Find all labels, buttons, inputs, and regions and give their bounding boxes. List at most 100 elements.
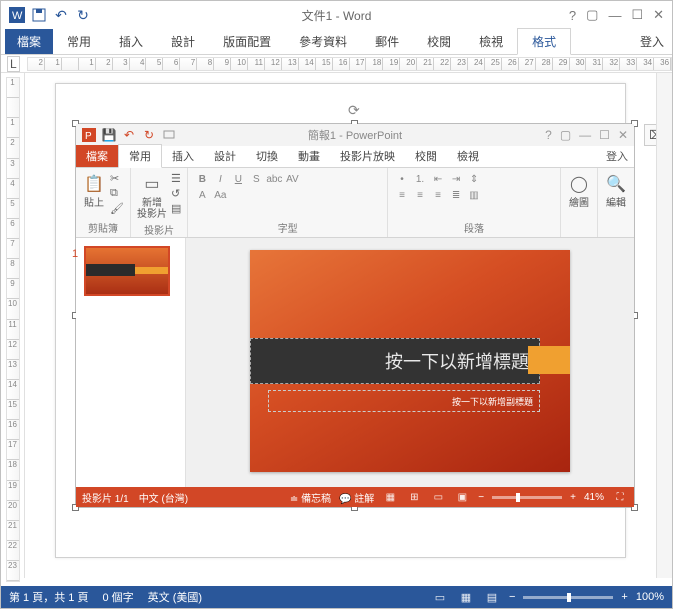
word-print-layout-icon[interactable]: ▦ [457,589,475,605]
close-icon[interactable]: ✕ [653,7,664,23]
undo-icon[interactable]: ↶ [51,5,71,25]
redo-icon[interactable]: ↻ [73,5,93,25]
save-icon[interactable] [29,5,49,25]
align-left-icon[interactable]: ≡ [394,188,410,202]
paste-button[interactable]: 📋 貼上 [82,172,106,209]
pp-signin[interactable]: 登入 [606,148,628,164]
pp-slideshow-view-icon[interactable]: ▣ [454,490,470,504]
word-zoom-slider[interactable] [523,596,613,599]
word-ruler-horizontal[interactable]: 2112345678910111213141516171819202122232… [1,55,672,73]
group-clipboard: 📋 貼上 ✂ ⧉ 🖌 剪貼簿 [76,168,131,237]
pp-zoom-slider[interactable] [492,496,562,499]
minimize-icon[interactable]: ― [608,8,621,23]
section-icon[interactable]: ▤ [171,202,181,215]
tab-review[interactable]: 校閱 [413,29,465,54]
word-ruler-vertical[interactable]: 11234567891011121314151617181920212223 [1,73,25,578]
tab-mailings[interactable]: 郵件 [361,29,413,54]
pp-zoom-out-icon[interactable]: − [478,492,484,503]
pp-tab-animations[interactable]: 動畫 [288,145,330,167]
pp-sorter-view-icon[interactable]: ⊞ [406,490,422,504]
copy-icon[interactable]: ⧉ [110,187,118,200]
word-language[interactable]: 英文 (美國) [148,589,202,605]
line-spacing-icon[interactable]: ⇕ [466,172,482,186]
pp-slideshow-icon[interactable] [160,126,178,144]
pp-maximize-icon[interactable]: ☐ [599,128,610,142]
pp-notes-button[interactable]: ≐ 備忘稿 [290,490,331,505]
word-zoom-out-icon[interactable]: − [509,591,515,603]
columns-icon[interactable]: ▥ [466,188,482,202]
pp-help-icon[interactable]: ? [545,128,552,142]
pp-normal-view-icon[interactable]: ▦ [382,490,398,504]
slide-thumbnail[interactable]: 1 [84,246,170,296]
numbering-icon[interactable]: 1. [412,172,428,186]
font-color-icon[interactable]: A [194,188,210,202]
pp-slide-indicator[interactable]: 投影片 1/1 [82,490,129,505]
tab-home[interactable]: 常用 [53,29,105,54]
rotate-handle-icon[interactable]: ⟳ [348,102,362,116]
indent-inc-icon[interactable]: ⇥ [448,172,464,186]
pp-save-icon[interactable]: 💾 [100,126,118,144]
pp-reading-view-icon[interactable]: ▭ [430,490,446,504]
highlight-icon[interactable]: Aa [212,188,228,202]
embedded-object-frame[interactable]: ⟳ ⌧ P 💾 ↶ ↻ 簡報1 - PowerPoint [75,123,635,508]
tab-design[interactable]: 設計 [157,29,209,54]
editing-button[interactable]: 🔍 編輯 [604,172,628,209]
italic-icon[interactable]: I [212,172,228,186]
pp-tab-design[interactable]: 設計 [204,145,246,167]
pp-tab-home[interactable]: 常用 [118,144,162,168]
word-word-count[interactable]: 0 個字 [102,589,133,605]
word-zoom-value[interactable]: 100% [636,591,664,603]
reset-icon[interactable]: ↺ [171,187,180,200]
justify-icon[interactable]: ≣ [448,188,464,202]
pp-tab-review[interactable]: 校閱 [405,145,447,167]
bullets-icon[interactable]: • [394,172,410,186]
word-signin[interactable]: 登入 [640,33,664,50]
layout-options-icon[interactable]: ⌧ [644,124,656,146]
pp-tab-file[interactable]: 檔案 [76,145,118,167]
ribbon-display-icon[interactable]: ▢ [586,7,598,23]
word-page-indicator[interactable]: 第 1 頁，共 1 頁 [9,589,88,605]
pp-comments-button[interactable]: 💬 註解 [339,490,374,505]
shadow-icon[interactable]: abc [266,172,282,186]
pp-fit-icon[interactable]: ⛶ [612,490,628,504]
tab-file[interactable]: 檔案 [5,29,53,54]
drawing-button[interactable]: ◯ 繪圖 [567,172,591,209]
word-zoom-in-icon[interactable]: + [621,591,627,603]
pp-minimize-icon[interactable]: ― [579,128,591,142]
pp-redo-icon[interactable]: ↻ [140,126,158,144]
pp-tab-slideshow[interactable]: 投影片放映 [330,145,405,167]
pp-zoom-in-icon[interactable]: + [570,492,576,503]
indent-dec-icon[interactable]: ⇤ [430,172,446,186]
strike-icon[interactable]: S [248,172,264,186]
title-placeholder[interactable]: 按一下以新增標題 [250,338,540,384]
pp-tab-insert[interactable]: 插入 [162,145,204,167]
align-center-icon[interactable]: ≡ [412,188,428,202]
format-painter-icon[interactable]: 🖌 [110,202,124,215]
word-web-layout-icon[interactable]: ▤ [483,589,501,605]
pp-language[interactable]: 中文 (台灣) [139,490,188,505]
layout-icon[interactable]: ☰ [171,172,181,185]
help-icon[interactable]: ? [569,8,576,23]
maximize-icon[interactable]: ☐ [631,7,643,23]
pp-tab-view[interactable]: 檢視 [447,145,489,167]
pp-zoom-value[interactable]: 41% [584,492,604,503]
pp-close-icon[interactable]: ✕ [618,128,628,142]
cut-icon[interactable]: ✂ [110,172,119,185]
subtitle-placeholder[interactable]: 按一下以新增副標題 [268,390,540,412]
tab-references[interactable]: 參考資料 [285,29,361,54]
word-scrollbar[interactable] [656,73,672,578]
bold-icon[interactable]: B [194,172,210,186]
pp-tab-transitions[interactable]: 切換 [246,145,288,167]
spacing-icon[interactable]: AV [284,172,300,186]
tab-format[interactable]: 格式 [517,28,571,55]
tab-layout[interactable]: 版面配置 [209,29,285,54]
align-right-icon[interactable]: ≡ [430,188,446,202]
pp-undo-icon[interactable]: ↶ [120,126,138,144]
tab-insert[interactable]: 插入 [105,29,157,54]
tab-view[interactable]: 檢視 [465,29,517,54]
pp-ribbon-display-icon[interactable]: ▢ [560,128,571,142]
underline-icon[interactable]: U [230,172,246,186]
slide[interactable]: 按一下以新增標題 按一下以新增副標題 [250,250,570,472]
new-slide-button[interactable]: ▭ 新增 投影片 [137,172,167,220]
word-read-mode-icon[interactable]: ▭ [431,589,449,605]
